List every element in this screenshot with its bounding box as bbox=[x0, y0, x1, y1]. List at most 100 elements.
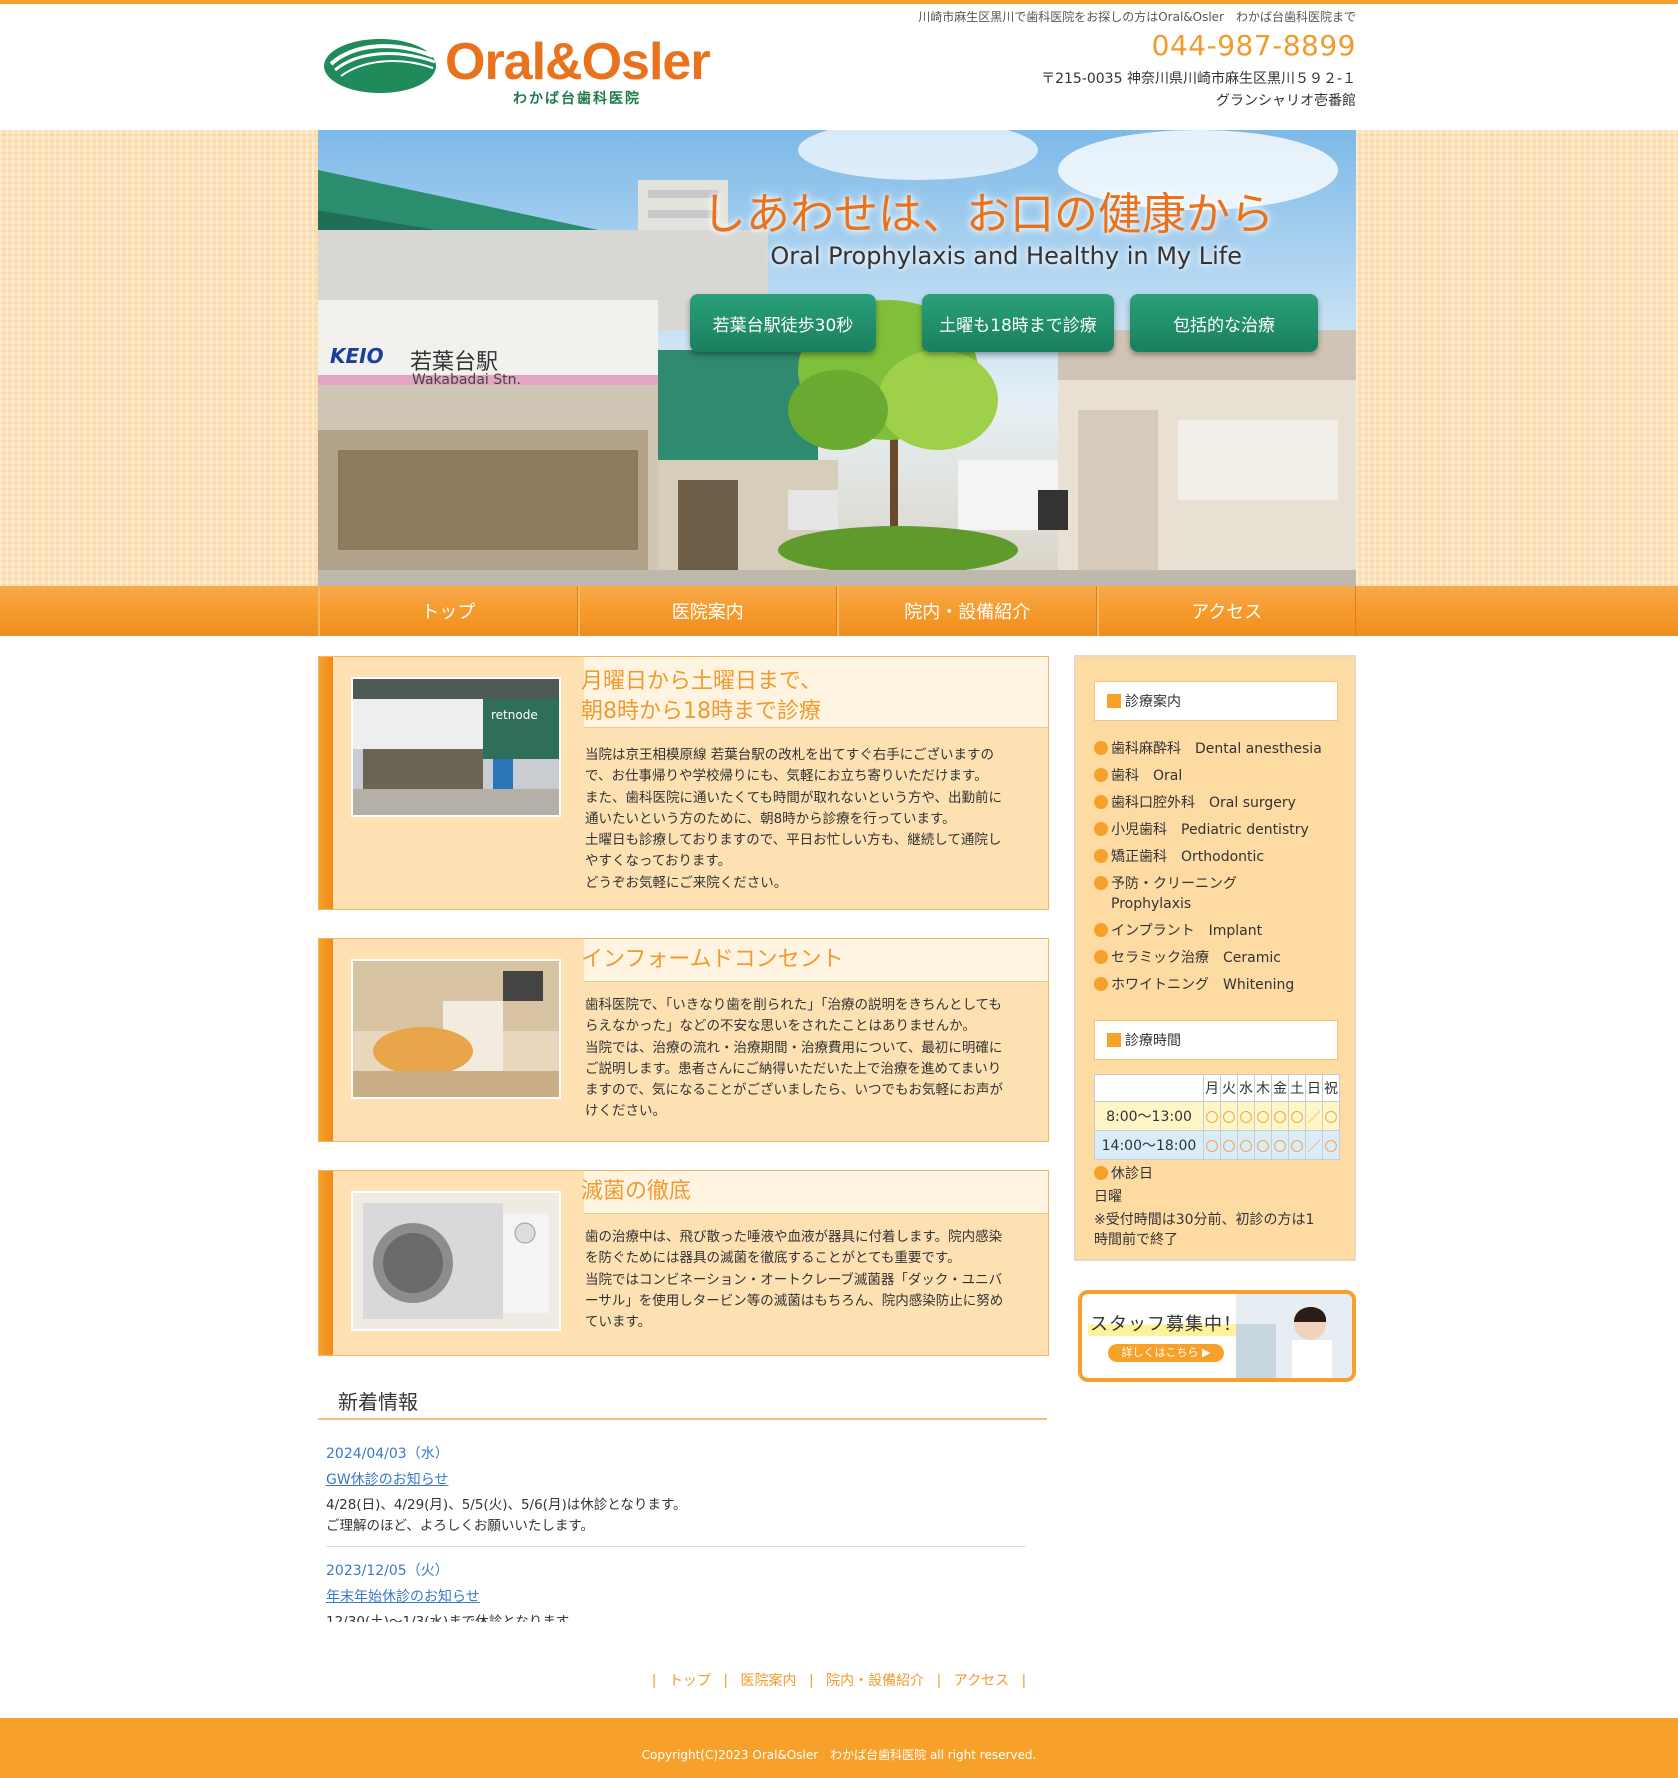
dot-bullet-icon bbox=[1094, 822, 1108, 836]
phone-number[interactable]: 044-987-8899 bbox=[918, 29, 1356, 62]
day-header: 土 bbox=[1288, 1074, 1306, 1102]
closed-day-value: 日曜 bbox=[1094, 1189, 1122, 1205]
site-header: Oral&Osler わかば台歯科医院 川崎市麻生区黒川で歯科医院をお探しの方は… bbox=[318, 4, 1356, 130]
treatment-room-photo bbox=[351, 959, 561, 1099]
clinic-address: 〒215-0035 神奈川県川崎市麻生区黒川５９２-１ グランシャリオ壱番館 bbox=[918, 68, 1356, 112]
address-line-2: グランシャリオ壱番館 bbox=[1216, 93, 1356, 109]
card-title-line: 朝8時から18時まで診療 bbox=[581, 699, 821, 724]
recruit-details-button[interactable]: 詳しくはこちら ▶ bbox=[1108, 1344, 1224, 1362]
footer-separator: | bbox=[808, 1673, 814, 1689]
keio-sign: KEIO bbox=[330, 344, 384, 368]
station-photo: retnode bbox=[351, 677, 561, 817]
time-slot-label: 8:00〜13:00 bbox=[1094, 1101, 1204, 1131]
news-text-line: 12/30(土)〜1/3(水)まで休診となります。 bbox=[326, 1614, 582, 1622]
footer-link-access[interactable]: アクセス bbox=[954, 1673, 1009, 1689]
service-jp: セラミック治療 bbox=[1111, 950, 1209, 966]
feature-card-informed-consent: インフォームドコンセント 歯科医院で、「いきなり歯を削られた」「治療の説明をきち… bbox=[318, 938, 1049, 1142]
availability-mark: 〇 bbox=[1288, 1130, 1306, 1160]
day-header: 水 bbox=[1237, 1074, 1255, 1102]
footer-link-top[interactable]: トップ bbox=[669, 1673, 711, 1689]
logo-subtitle: わかば台歯科医院 bbox=[513, 91, 641, 107]
hero-badge-saturday: 土曜も18時まで診療 bbox=[922, 294, 1114, 352]
service-item: 歯科麻酔科 Dental anesthesia bbox=[1094, 739, 1322, 759]
card-title: インフォームドコンセント bbox=[581, 947, 844, 972]
card-body-line: 当院ではコンビネーション・オートクレーブ滅菌器「ダック・ユニバ bbox=[585, 1271, 1003, 1288]
card-body-line: ています。 bbox=[585, 1314, 652, 1331]
main-nav: トップ 医院案内 院内・設備紹介 アクセス bbox=[318, 586, 1356, 636]
footer-link-clinic-info[interactable]: 医院案内 bbox=[741, 1673, 797, 1689]
retnode-sign: retnode bbox=[491, 708, 538, 722]
service-en: Orthodontic bbox=[1181, 849, 1265, 865]
dot-bullet-icon bbox=[1094, 741, 1108, 755]
footer-separator: | bbox=[723, 1673, 729, 1689]
footer-links: | トップ | 医院案内 | 院内・設備紹介 | アクセス | bbox=[0, 1670, 1678, 1690]
news-separator bbox=[326, 1546, 1026, 1547]
time-slot-label: 14:00〜18:00 bbox=[1094, 1130, 1204, 1160]
news-title-link[interactable]: GW休診のお知らせ bbox=[326, 1469, 448, 1489]
sidebar-info: 診療案内 歯科麻酔科 Dental anesthesia 歯科 Oral 歯科口… bbox=[1074, 655, 1356, 1261]
site-logo[interactable]: Oral&Osler わかば台歯科医院 bbox=[323, 28, 713, 108]
day-header: 月 bbox=[1203, 1074, 1221, 1102]
recruit-banner[interactable]: スタッフ募集中！ 詳しくはこちら ▶ bbox=[1078, 1290, 1356, 1382]
card-body-line: 通いたいという方のために、朝8時から診療を行っています。 bbox=[585, 810, 956, 827]
service-en: Oral surgery bbox=[1209, 795, 1296, 811]
dot-bullet-icon bbox=[1094, 977, 1108, 991]
footer-separator: | bbox=[1021, 1673, 1027, 1689]
footer-link-facilities[interactable]: 院内・設備紹介 bbox=[826, 1673, 924, 1689]
card-body-line: やすくなっております。 bbox=[585, 853, 732, 870]
hours-table-header: 月 火 水 木 金 土 日 祝 bbox=[1094, 1074, 1340, 1102]
hero-banner: KEIO 若葉台駅 Wakabadai Stn. しあわせは、お口の健康から O… bbox=[318, 130, 1356, 586]
day-header: 金 bbox=[1271, 1074, 1289, 1102]
availability-mark: 〇 bbox=[1220, 1101, 1238, 1131]
service-en: Whitening bbox=[1223, 977, 1295, 993]
header-contact: 川崎市麻生区黒川で歯科医院をお探しの方はOral&Osler わかば台歯科医院ま… bbox=[918, 8, 1356, 112]
card-accent-bar bbox=[319, 939, 333, 1141]
availability-mark: ／ bbox=[1305, 1101, 1323, 1131]
availability-mark: 〇 bbox=[1288, 1101, 1306, 1131]
nav-item-top[interactable]: トップ bbox=[318, 586, 578, 636]
copyright: Copyright(C)2023 Oral&Osler わかば台歯科医院 all… bbox=[641, 1748, 1037, 1762]
service-en: Dental anesthesia bbox=[1195, 741, 1322, 757]
nav-item-facilities[interactable]: 院内・設備紹介 bbox=[837, 586, 1097, 636]
card-body-line: らえなかった」などの不安な思いをされたことはありませんか。 bbox=[585, 1018, 976, 1035]
card-title-line: 月曜日から土曜日まで、 bbox=[581, 669, 823, 694]
news-heading: 新着情報 bbox=[338, 1390, 418, 1414]
note-line: 時間前で終了 bbox=[1094, 1232, 1178, 1248]
services-heading: 診療案内 bbox=[1094, 681, 1338, 721]
hours-heading: 診療時間 bbox=[1094, 1020, 1338, 1060]
header-tagline: 川崎市麻生区黒川で歯科医院をお探しの方はOral&Osler わかば台歯科医院ま… bbox=[918, 10, 1356, 24]
hero-badge-station: 若葉台駅徒歩30秒 bbox=[690, 294, 876, 352]
card-body-line: で、お仕事帰りや学校帰りにも、気軽にお立ち寄りいただけます。 bbox=[585, 768, 988, 785]
logo-swoosh-icon bbox=[324, 39, 436, 93]
availability-mark: 〇 bbox=[1220, 1130, 1238, 1160]
news-scroll-clip: 12/30(土)〜1/3(水)まで休診となります。 bbox=[318, 1604, 1047, 1622]
station-sign-en: Wakabadai Stn. bbox=[412, 372, 521, 388]
card-accent-bar bbox=[319, 657, 333, 909]
autoclave-photo bbox=[351, 1191, 561, 1331]
availability-mark: 〇 bbox=[1237, 1101, 1255, 1131]
hours-heading-label: 診療時間 bbox=[1125, 1033, 1181, 1049]
service-item: 歯科 Oral bbox=[1094, 766, 1182, 786]
closed-day-label: 休診日 bbox=[1094, 1164, 1153, 1184]
card-body: 歯科医院で、「いきなり歯を削られた」「治療の説明をきちんとしても らえなかった」… bbox=[585, 995, 1025, 1123]
card-body-line: 歯の治療中は、飛び散った唾液や血液が器具に付着します。院内感染 bbox=[585, 1229, 1003, 1245]
square-bullet-icon bbox=[1107, 694, 1121, 708]
dot-bullet-icon bbox=[1094, 923, 1108, 937]
service-item: 小児歯科 Pediatric dentistry bbox=[1094, 820, 1309, 840]
news-text-line: ご理解のほど、よろしくお願いいたします。 bbox=[326, 1518, 594, 1534]
news-date: 2023/12/05（火） bbox=[326, 1563, 449, 1579]
address-line-1: 〒215-0035 神奈川県川崎市麻生区黒川５９２-１ bbox=[1041, 71, 1356, 87]
availability-mark: 〇 bbox=[1254, 1101, 1272, 1131]
service-item: ホワイトニング Whitening bbox=[1094, 975, 1294, 995]
recruit-title: スタッフ募集中！ bbox=[1088, 1310, 1244, 1336]
dot-bullet-icon bbox=[1094, 950, 1108, 964]
service-item: 矯正歯科 Orthodontic bbox=[1094, 847, 1264, 867]
card-title: 滅菌の徹底 bbox=[581, 1179, 692, 1204]
day-header: 木 bbox=[1254, 1074, 1272, 1102]
dot-bullet-icon bbox=[1094, 876, 1108, 890]
nav-item-clinic-info[interactable]: 医院案内 bbox=[577, 586, 837, 636]
nav-item-access[interactable]: アクセス bbox=[1096, 586, 1356, 636]
service-en: Pediatric dentistry bbox=[1181, 822, 1309, 838]
dot-bullet-icon bbox=[1094, 768, 1108, 782]
news-title-link[interactable]: 年末年始休診のお知らせ bbox=[326, 1586, 480, 1606]
